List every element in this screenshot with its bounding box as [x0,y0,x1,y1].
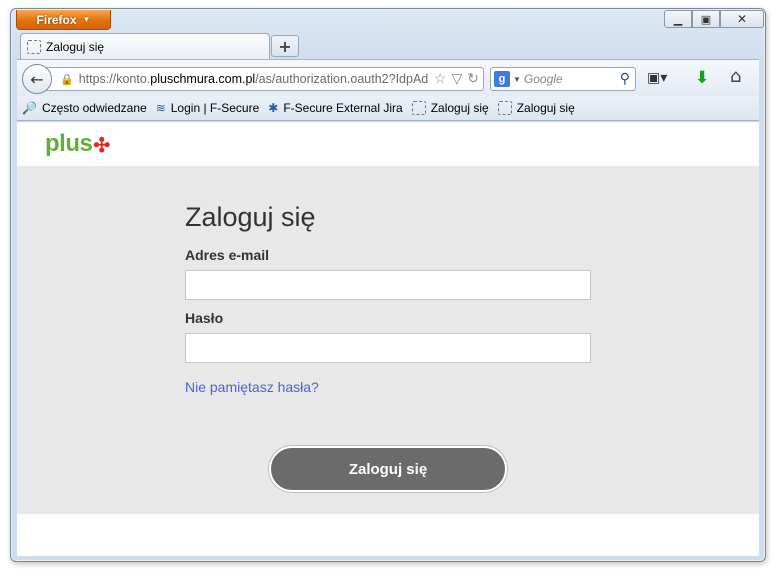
url-path: /as/authorization.oauth2?IdpAd [255,72,429,86]
bookmarks-toolbar: 🔎 Często odwiedzane ≋ Login | F-Secure ✱… [17,96,759,121]
tab-title: Zaloguj się [46,40,105,54]
home-icon[interactable]: ⌂ [730,66,741,87]
page-footer [17,514,759,556]
lock-icon: 🔒 [60,73,74,86]
close-icon: ✕ [736,12,748,26]
plus-logo[interactable]: plus✣ [45,130,110,158]
bookmark-label: Zaloguj się [430,101,489,115]
logo-text: plus [45,130,93,157]
blank-page-icon [497,101,512,115]
chevron-down-icon: ▼ [82,15,91,24]
maximize-icon: ▣ [700,12,712,26]
login-area: Zaloguj się Adres e-mail Hasło Nie pamię… [17,166,759,514]
password-label: Hasło [185,310,224,326]
navigation-toolbar: ← 🔒 https://konto. pluschmura.com.pl/as/a… [17,59,759,96]
reload-icon[interactable]: ↻ [467,70,479,87]
url-prefix: https://konto. [78,72,151,86]
email-field[interactable] [185,270,591,300]
download-icon[interactable]: ⬇ [695,68,709,88]
new-tab-button[interactable]: + [271,35,299,57]
plus-logo-icon: ✣ [93,135,110,157]
fsecure-icon: ≋ [155,101,166,115]
login-form: Zaloguj się Adres e-mail Hasło Nie pamię… [185,202,591,492]
bookmark-label: Login | F-Secure [170,101,260,115]
blank-page-icon [411,101,426,115]
site-header: plus✣ [17,122,759,166]
bookmark-item[interactable]: ✱ F-Secure External Jira [268,101,402,115]
bookmark-label: Zaloguj się [516,101,575,115]
login-button[interactable]: Zaloguj się [269,446,507,492]
window-controls: ▁ ▣ ✕ [664,10,764,28]
address-bar[interactable]: 🔒 https://konto. pluschmura.com.pl/as/aut… [45,67,484,91]
minimize-button[interactable]: ▁ [664,10,692,28]
bookmark-item[interactable]: 🔎 Często odwiedzane [22,101,147,115]
tab-active[interactable]: Zaloguj się [20,33,270,60]
bookmarks-menu-icon[interactable]: ▣▾ [647,70,667,86]
minimize-icon: ▁ [673,12,683,26]
bookmark-item[interactable]: Zaloguj się [497,101,575,115]
email-label: Adres e-mail [185,247,270,263]
url-host: pluschmura.com.pl [150,72,256,86]
bookmark-label: Często odwiedzane [41,101,147,115]
back-arrow-icon: ← [30,69,44,89]
page-content: plus✣ Zaloguj się Adres e-mail Hasło Nie… [17,121,759,556]
search-icon[interactable]: ⚲ [620,70,630,87]
address-bar-icons: ☆ ▽ ↻ [429,70,479,87]
blank-page-icon [27,40,41,54]
bookmark-label: F-Secure External Jira [283,101,403,115]
search-bar[interactable]: g ▼ Google ⚲ [490,67,636,91]
star-icon[interactable]: ☆ [434,70,447,87]
close-button[interactable]: ✕ [720,10,764,28]
firefox-menu-label: Firefox [36,12,77,27]
back-button[interactable]: ← [22,64,52,94]
jira-icon: ✱ [268,101,279,115]
password-field[interactable] [185,333,591,363]
page-title: Zaloguj się [185,202,316,232]
google-icon[interactable]: g [494,71,510,87]
chevron-down-icon[interactable]: ▼ [513,75,521,84]
firefox-menu-button[interactable]: Firefox ▼ [16,10,111,30]
maximize-button[interactable]: ▣ [692,10,720,28]
bookmark-folder-icon: 🔎 [22,101,37,115]
plus-icon: + [278,36,292,56]
bookmark-item[interactable]: ≋ Login | F-Secure [156,101,260,115]
search-placeholder: Google [523,72,563,86]
bookmark-item[interactable]: Zaloguj się [411,101,489,115]
forgot-password-link[interactable]: Nie pamiętasz hasła? [185,379,319,395]
dropdown-arrow-icon[interactable]: ▽ [451,70,462,87]
